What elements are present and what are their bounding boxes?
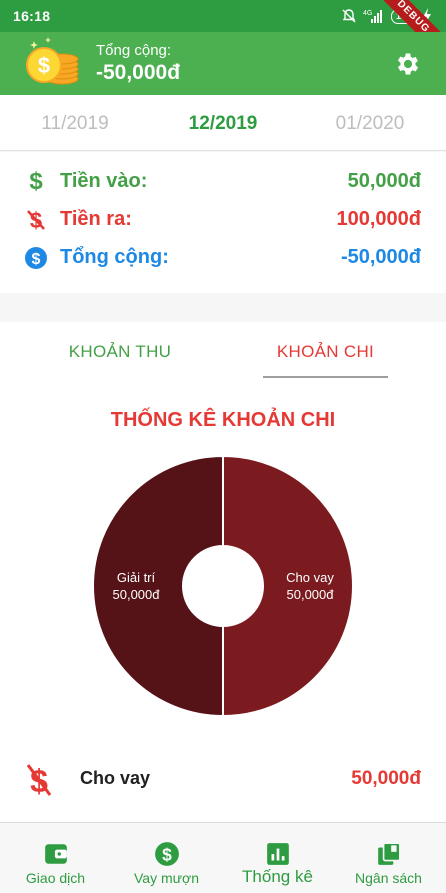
svg-text:$: $ — [38, 53, 50, 78]
tab-income[interactable]: KHOẢN THU — [28, 332, 212, 378]
nav-statistics[interactable]: Thống kê — [222, 823, 333, 893]
dollar-circle-icon: $ — [25, 247, 47, 269]
statistics-content: KHOẢN THU KHOẢN CHI THỐNG KÊ KHOẢN CHI G… — [0, 322, 446, 822]
pie-slice-0[interactable] — [93, 454, 224, 718]
svg-text:$: $ — [32, 251, 41, 268]
status-time: 16:18 — [13, 8, 51, 24]
income-label: Tiền vào: — [60, 170, 148, 192]
list-item[interactable]: $ Cho vay 50,000đ — [0, 754, 446, 808]
income-value: 50,000đ — [347, 170, 421, 192]
total-value: -50,000đ — [340, 246, 421, 268]
app-bar: $ Tổng cộng: -50,000đ — [0, 32, 446, 95]
dollar-off-icon: $ — [27, 208, 45, 232]
nav-budget[interactable]: Ngân sách — [333, 823, 444, 893]
svg-text:$: $ — [162, 845, 172, 865]
network-type: 4G — [363, 10, 372, 17]
pie-slice-1[interactable] — [222, 454, 353, 718]
nav-loans[interactable]: $ Vay mượn — [111, 823, 222, 893]
dollar-circle-icon: $ — [155, 842, 179, 866]
nav-transactions[interactable]: Giao dịch — [0, 823, 111, 893]
tab-expense[interactable]: KHOẢN CHI — [263, 332, 388, 378]
list-item-value: 50,000đ — [351, 768, 421, 789]
summary-expense-row: $ Tiền ra: 100,000đ — [0, 202, 446, 240]
coin-stack-logo: $ — [26, 37, 79, 85]
pie-slice-label: Cho vay — [286, 570, 334, 585]
pie-slice-value: 50,000đ — [113, 587, 161, 602]
month-prev[interactable]: 11/2019 — [5, 113, 145, 135]
status-bar: 16:18 4G 100 DEBUG — [0, 0, 446, 63]
summary-total-row: $ Tổng cộng: -50,000đ — [0, 240, 446, 278]
signal-icon: 4G — [363, 10, 382, 23]
summary-card: $ Tiền vào: 50,000đ $ Tiền ra: 100,000đ … — [0, 152, 446, 293]
expense-label: Tiền ra: — [60, 208, 132, 230]
pie-slice-label: Giải trí — [117, 570, 156, 585]
nav-label: Ngân sách — [355, 870, 422, 886]
pie-slice-value: 50,000đ — [287, 587, 335, 602]
month-next[interactable]: 01/2020 — [300, 113, 440, 135]
list-item-label: Cho vay — [80, 768, 151, 788]
chart-title: THỐNG KÊ KHOẢN CHI — [110, 409, 336, 431]
total-label: Tổng cộng: — [60, 246, 169, 268]
cards-icon — [378, 842, 401, 865]
expense-donut-chart: Giải trí 50,000đ Cho vay 50,000đ — [93, 454, 353, 718]
nav-label: Giao dịch — [25, 870, 86, 886]
header-total-value: -50,000đ — [96, 61, 181, 84]
summary-income-row: $ Tiền vào: 50,000đ — [0, 164, 446, 202]
dollar-icon: $ — [29, 168, 43, 195]
bottom-navigation: Giao dịch $ Vay mượn Thống kê Ngân sách — [0, 822, 446, 893]
header-total-label: Tổng cộng: — [96, 42, 172, 59]
month-current[interactable]: 12/2019 — [153, 113, 293, 135]
nav-label: Vay mượn — [134, 870, 199, 886]
wallet-icon — [45, 844, 67, 864]
bar-chart-icon — [267, 843, 289, 865]
dollar-off-icon: $ — [26, 763, 52, 798]
month-selector: 11/2019 12/2019 01/2020 — [0, 95, 446, 151]
expense-value: 100,000đ — [336, 208, 421, 230]
settings-gear-icon[interactable] — [394, 50, 422, 78]
bell-off-icon — [342, 9, 356, 23]
nav-label: Thống kê — [242, 867, 313, 886]
